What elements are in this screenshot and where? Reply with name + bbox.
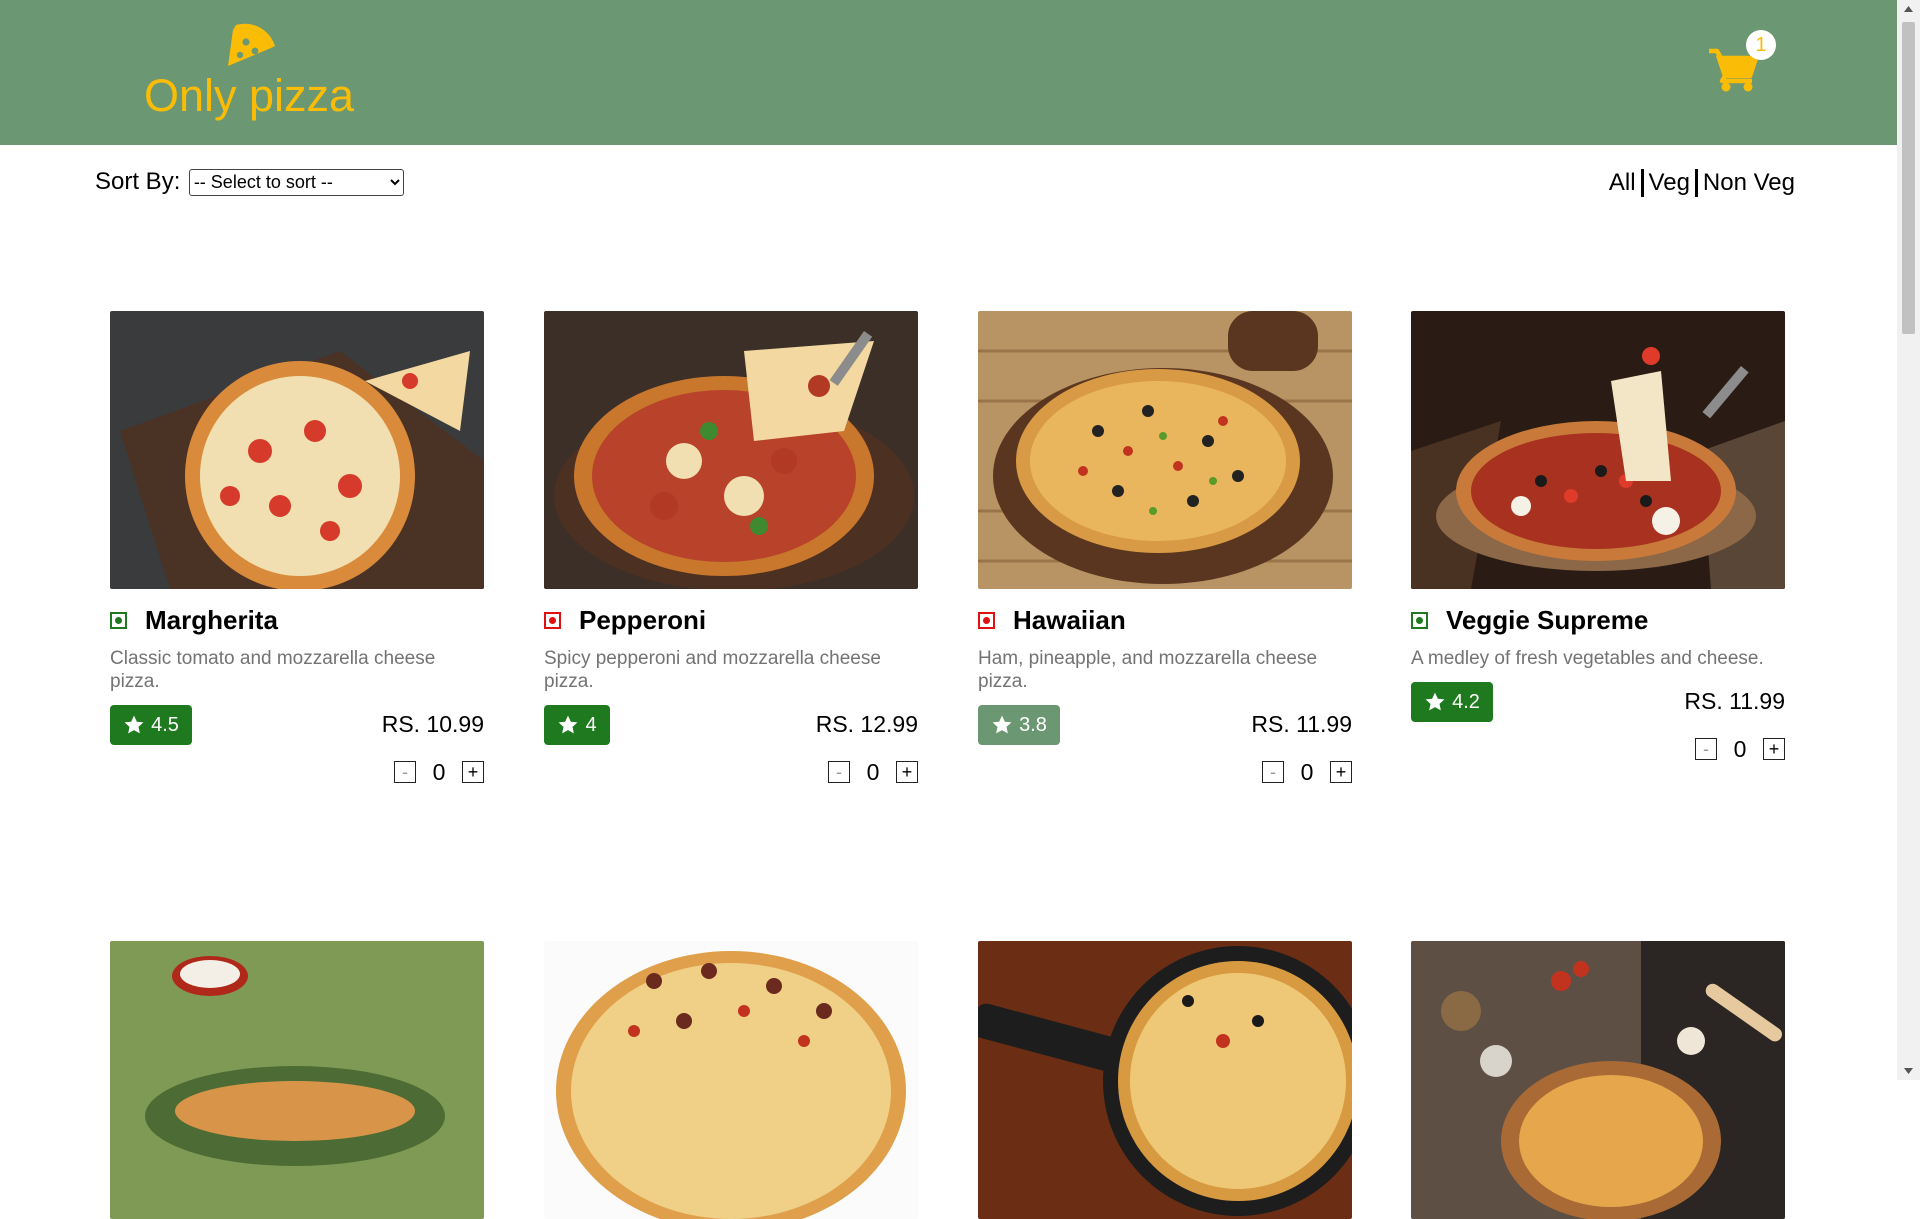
product-card [1411,941,1785,1219]
star-icon [1424,691,1446,713]
page-scrollbar[interactable] [1897,0,1920,1080]
decrease-qty-button[interactable]: - [1262,761,1284,783]
sort-label: Sort By: [95,168,181,195]
rating-badge: 3.8 [978,705,1060,745]
star-icon [991,714,1013,736]
product-card [110,941,484,1219]
increase-qty-button[interactable]: + [896,761,918,783]
product-price: RS. 11.99 [1684,688,1785,714]
product-image [1411,311,1785,589]
scroll-up-arrow-icon[interactable] [1897,0,1920,18]
rating-value: 3.8 [1019,713,1047,736]
product-description: A medley of fresh vegetables and cheese. [1411,648,1764,669]
category-filters: All Veg Non Veg [1604,169,1800,197]
product-card: Pepperoni Spicy pepperoni and mozzarella… [544,311,918,785]
sort-select[interactable]: -- Select to sort -- [188,168,404,196]
product-image [110,941,484,1219]
quantity-stepper: - 0 + [110,759,484,785]
decrease-qty-button[interactable]: - [394,761,416,783]
product-price: RS. 10.99 [381,711,484,737]
brand-logo[interactable]: Only pizza [144,22,364,122]
cart-count-badge: 1 [1746,30,1776,60]
filter-all[interactable]: All [1604,169,1641,197]
veg-indicator-icon [110,611,127,629]
rating-value: 4.2 [1452,690,1480,713]
scroll-down-arrow-icon[interactable] [1897,1062,1920,1080]
rating-badge: 4.2 [1411,682,1493,722]
nonveg-indicator-icon [544,611,561,629]
sort-bar: Sort By: -- Select to sort -- [95,168,404,200]
product-card [978,941,1352,1219]
product-description: Classic tomato and mozzarella cheese piz… [110,648,436,692]
product-description: Ham, pineapple, and mozzarella cheese pi… [978,648,1318,692]
product-image [978,941,1352,1219]
quantity-value: 0 [432,758,446,785]
product-name: Pepperoni [579,604,707,635]
star-icon [557,714,579,736]
product-card: Veggie Supreme A medley of fresh vegetab… [1411,311,1785,762]
product-description: Spicy pepperoni and mozzarella cheese pi… [544,648,881,692]
product-image [544,941,918,1219]
product-name: Margherita [145,604,278,635]
filter-non-veg[interactable]: Non Veg [1694,169,1800,197]
quantity-value: 0 [1733,735,1747,762]
pizza-slice-icon [228,23,275,66]
decrease-qty-button[interactable]: - [1695,738,1717,760]
product-card [544,941,918,1219]
product-card: Hawaiian Ham, pineapple, and mozzarella … [978,311,1352,785]
increase-qty-button[interactable]: + [1763,738,1785,760]
product-name: Hawaiian [1013,604,1126,635]
scrollbar-thumb[interactable] [1902,22,1915,334]
product-image [978,311,1352,589]
increase-qty-button[interactable]: + [1330,761,1352,783]
brand-name: Only pizza [144,70,355,121]
rating-value: 4.5 [151,713,179,736]
rating-badge: 4.5 [110,705,192,745]
quantity-value: 0 [1300,758,1314,785]
rating-badge: 4 [544,705,610,745]
product-price: RS. 12.99 [815,711,918,737]
product-image [544,311,918,589]
product-name: Veggie Supreme [1446,604,1649,635]
rating-value: 4 [585,713,597,736]
nonveg-indicator-icon [978,611,995,629]
star-icon [123,714,145,736]
increase-qty-button[interactable]: + [462,761,484,783]
quantity-stepper: - 0 + [544,759,918,785]
decrease-qty-button[interactable]: - [828,761,850,783]
filter-veg[interactable]: Veg [1640,169,1695,197]
quantity-value: 0 [866,758,880,785]
product-image [110,311,484,589]
cart-button[interactable]: 1 [1708,28,1788,98]
product-price: RS. 11.99 [1251,711,1352,737]
quantity-stepper: - 0 + [1411,736,1785,762]
product-image [1411,941,1785,1219]
product-card: Margherita Classic tomato and mozzarella… [110,311,484,785]
quantity-stepper: - 0 + [978,759,1352,785]
veg-indicator-icon [1411,611,1428,629]
site-header: Only pizza 1 [0,0,1897,145]
